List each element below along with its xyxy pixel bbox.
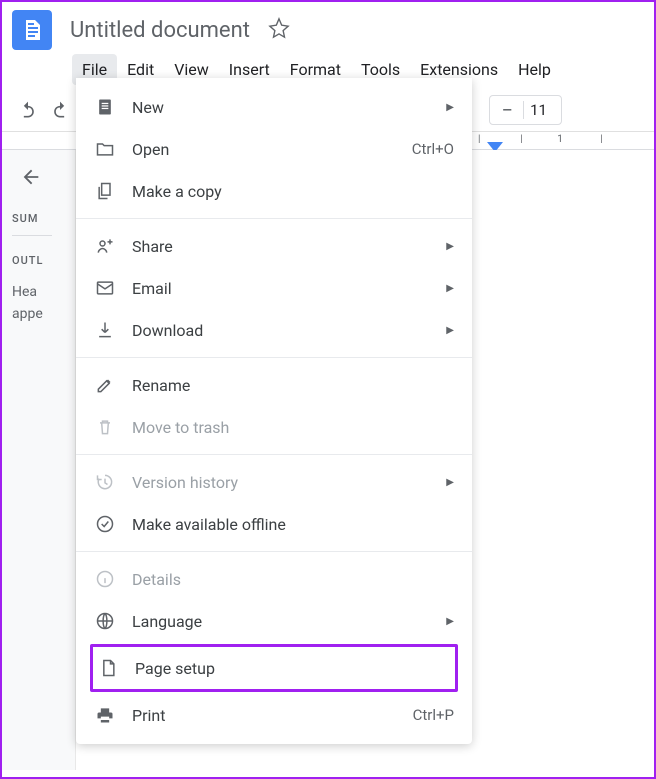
menu-item-page-setup[interactable]: Page setup — [97, 655, 451, 681]
menu-help[interactable]: Help — [508, 54, 561, 85]
menu-item-rename[interactable]: Rename — [76, 364, 472, 406]
menu-item-label: Email — [132, 279, 172, 298]
star-icon[interactable] — [268, 17, 290, 43]
title-bar: Untitled document — [2, 2, 654, 50]
menu-separator — [76, 218, 472, 219]
menu-item-new[interactable]: New ▶ — [76, 86, 472, 128]
menu-item-label: Language — [132, 612, 202, 631]
summary-separator — [12, 235, 52, 236]
menu-separator — [76, 551, 472, 552]
trash-icon — [94, 416, 116, 438]
download-icon — [94, 319, 116, 341]
outline-label: OUTL — [12, 254, 65, 267]
menu-item-label: Print — [132, 706, 165, 725]
outline-sidebar: SUM OUTL Hea appe — [2, 150, 76, 770]
submenu-arrow-icon: ▶ — [446, 325, 454, 336]
page-icon — [97, 657, 119, 679]
file-menu-dropdown: New▶OpenCtrl+OMake a copyShare▶Email▶Dow… — [76, 78, 472, 744]
menu-item-share[interactable]: Share ▶ — [76, 225, 472, 267]
menu-item-label: Make available offline — [132, 515, 286, 534]
menu-item-label: New — [132, 98, 164, 117]
menu-item-label: Details — [132, 570, 181, 589]
menu-item-details: Details — [76, 558, 472, 600]
menu-item-download[interactable]: Download ▶ — [76, 309, 472, 351]
menu-item-print[interactable]: Print Ctrl+P — [76, 694, 472, 736]
share-icon — [94, 235, 116, 257]
submenu-arrow-icon: ▶ — [446, 102, 454, 113]
decrease-font-icon[interactable]: − — [498, 98, 517, 122]
menu-item-label: Rename — [132, 376, 190, 395]
print-icon — [94, 704, 116, 726]
globe-icon — [94, 610, 116, 632]
menu-item-label: Make a copy — [132, 182, 222, 201]
history-icon — [94, 471, 116, 493]
headings-empty-text: Hea appe — [12, 281, 65, 326]
menu-item-label: Share — [132, 237, 173, 256]
doc-icon — [94, 96, 116, 118]
menu-item-label: Move to trash — [132, 418, 229, 437]
menu-item-move-to-trash: Move to trash — [76, 406, 472, 448]
menu-item-label: Open — [132, 140, 169, 159]
menu-shortcut: Ctrl+P — [413, 706, 454, 724]
menu-item-language[interactable]: Language ▶ — [76, 600, 472, 642]
highlighted-item: Page setup — [90, 644, 458, 692]
menu-item-version-history: Version history ▶ — [76, 461, 472, 503]
submenu-arrow-icon: ▶ — [446, 283, 454, 294]
menu-item-make-a-copy[interactable]: Make a copy — [76, 170, 472, 212]
email-icon — [94, 277, 116, 299]
rename-icon — [94, 374, 116, 396]
undo-icon[interactable] — [16, 98, 40, 122]
menu-item-open[interactable]: Open Ctrl+O — [76, 128, 472, 170]
copy-icon — [94, 180, 116, 202]
redo-icon[interactable] — [48, 98, 72, 122]
menu-separator — [76, 357, 472, 358]
info-icon — [94, 568, 116, 590]
menu-item-label: Page setup — [135, 659, 215, 678]
menu-item-label: Version history — [132, 473, 238, 492]
submenu-arrow-icon: ▶ — [446, 616, 454, 627]
menu-item-label: Download — [132, 321, 203, 340]
ruler-scale: | | 1 | — [478, 134, 654, 148]
menu-shortcut: Ctrl+O — [412, 140, 454, 158]
menu-separator — [76, 454, 472, 455]
folder-icon — [94, 138, 116, 160]
docs-logo-icon[interactable] — [12, 10, 52, 50]
font-size-control[interactable]: − 11 — [489, 95, 562, 125]
submenu-arrow-icon: ▶ — [446, 241, 454, 252]
menu-item-email[interactable]: Email ▶ — [76, 267, 472, 309]
collapse-outline-icon[interactable] — [20, 166, 65, 192]
menu-item-make-available-offline[interactable]: Make available offline — [76, 503, 472, 545]
submenu-arrow-icon: ▶ — [446, 477, 454, 488]
document-title[interactable]: Untitled document — [70, 18, 250, 43]
summary-label: SUM — [12, 212, 65, 225]
offline-icon — [94, 513, 116, 535]
font-size-value[interactable]: 11 — [523, 101, 553, 119]
